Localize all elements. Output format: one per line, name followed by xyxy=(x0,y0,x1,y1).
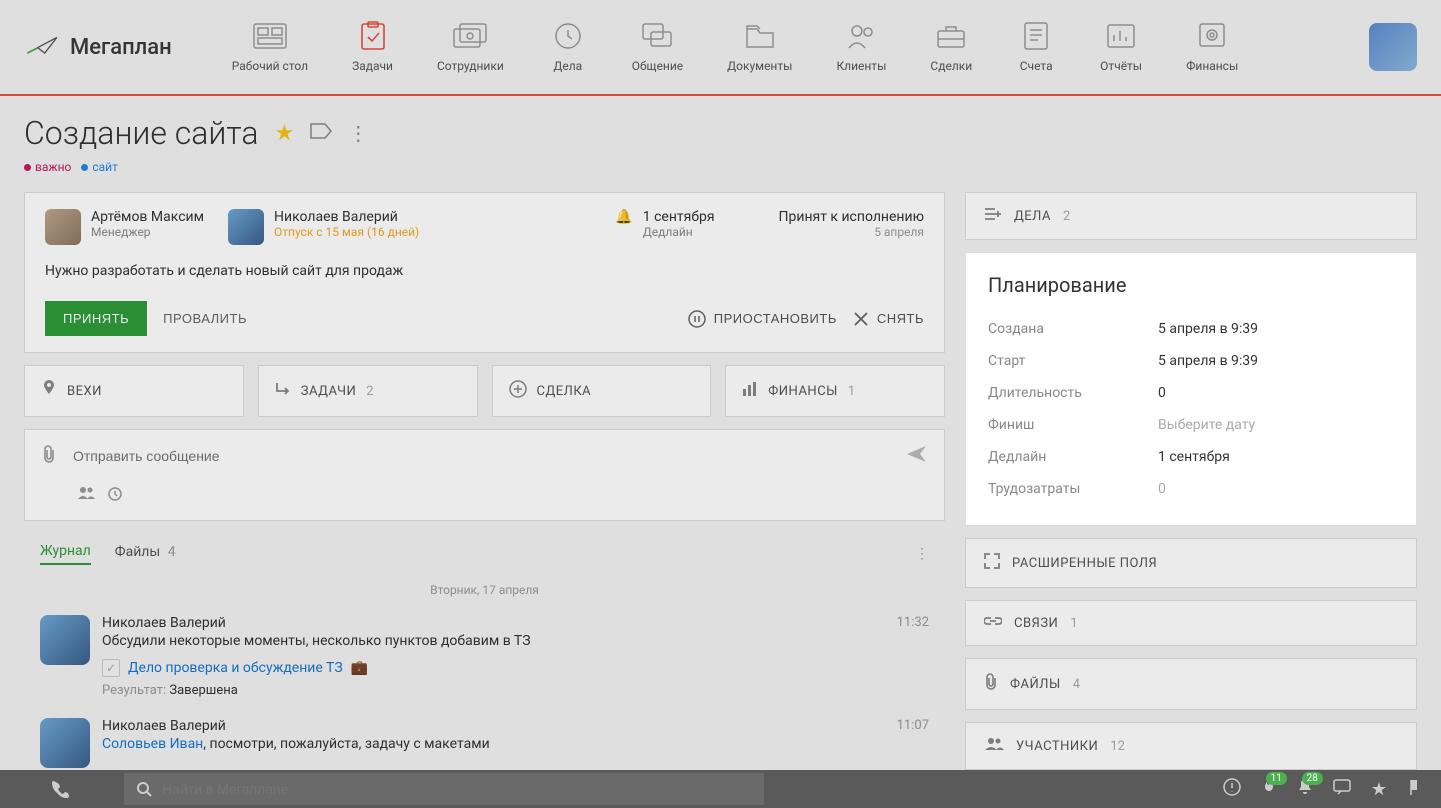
invoice-icon xyxy=(1016,21,1056,51)
nav-finance[interactable]: Финансы xyxy=(1186,21,1238,73)
panel-planning: Планирование Создана5 апреля в 9:39 Стар… xyxy=(965,252,1417,526)
page-title: Создание сайта xyxy=(24,114,259,152)
avatar xyxy=(45,209,81,245)
nav-invoices[interactable]: Счета xyxy=(1016,21,1056,73)
flag-icon[interactable] xyxy=(1407,779,1421,799)
plus-circle-icon xyxy=(509,380,527,402)
label-important[interactable]: важно xyxy=(24,160,71,174)
search-input[interactable] xyxy=(162,781,752,797)
link-icon xyxy=(984,615,1002,631)
send-icon[interactable] xyxy=(906,444,928,468)
subtab-tasks[interactable]: ЗАДАЧИ 2 xyxy=(258,365,478,417)
alert-icon[interactable] xyxy=(1223,778,1241,800)
nav-desktop[interactable]: Рабочий стол xyxy=(232,21,308,73)
journal-entry: Николаев Валерий 11:07 Соловьев Иван, по… xyxy=(24,708,945,778)
bars-icon xyxy=(742,381,758,401)
user-avatar[interactable] xyxy=(1369,23,1417,71)
desktop-icon xyxy=(250,21,290,51)
tag-icon[interactable] xyxy=(310,123,332,143)
nav-reports[interactable]: Отчёты xyxy=(1100,21,1142,73)
close-icon xyxy=(853,311,869,327)
star-icon[interactable]: ★ xyxy=(275,121,295,146)
page-header: Создание сайта ★ ⋮ важно сайт xyxy=(0,96,1441,182)
nav-employees[interactable]: Сотрудники xyxy=(437,21,504,73)
subtab-finance[interactable]: ФИНАНСЫ 1 xyxy=(725,365,945,417)
nav-tasks[interactable]: Задачи xyxy=(352,21,393,73)
notif-bell-icon[interactable]: 28 xyxy=(1297,778,1313,800)
nav-deals[interactable]: Сделки xyxy=(930,21,972,73)
accept-button[interactable]: ПРИНЯТЬ xyxy=(45,301,147,336)
subtabs: ВЕХИ ЗАДАЧИ 2 СДЕЛКА ФИНАНСЫ 1 xyxy=(24,365,945,417)
nav-docs[interactable]: Документы xyxy=(727,21,792,73)
panel-links[interactable]: СВЯЗИ 1 xyxy=(965,600,1417,646)
search-icon xyxy=(136,781,152,797)
folder-icon xyxy=(740,21,780,51)
journal-entry: Николаев Валерий 11:32 Обсудили некоторы… xyxy=(24,605,945,708)
phone-icon[interactable] xyxy=(0,780,120,798)
subtask-icon xyxy=(275,381,291,401)
avatar xyxy=(228,209,264,245)
panel-extfields[interactable]: РАСШИРЕННЫЕ ПОЛЯ xyxy=(965,538,1417,588)
task-owner[interactable]: Артёмов Максим Менеджер xyxy=(45,209,204,245)
expand-icon xyxy=(984,553,1000,573)
linked-task[interactable]: Дело проверка и обсуждение ТЗ xyxy=(128,660,343,676)
nav-clients[interactable]: Клиенты xyxy=(836,21,886,73)
remove-button[interactable]: СНЯТЬ xyxy=(853,311,924,327)
avatar xyxy=(40,718,90,768)
briefcase-icon: 💼 xyxy=(351,660,368,676)
topbar: Мегаплан Рабочий стол Задачи Сотрудники … xyxy=(0,0,1441,96)
subtab-deal[interactable]: СДЕЛКА xyxy=(492,365,712,417)
task-assignee[interactable]: Николаев Валерий Отпуск с 15 мая (16 дне… xyxy=(228,209,419,245)
deadline[interactable]: 🔔 1 сентября Дедлайн xyxy=(615,209,714,239)
paperclip-icon xyxy=(984,673,998,695)
journal: Журнал Файлы 4 ⋮ Вторник, 17 апреля Нико… xyxy=(24,533,945,778)
pause-icon xyxy=(688,310,706,328)
checkbox-icon[interactable]: ✓ xyxy=(102,659,120,677)
list-add-icon xyxy=(984,207,1002,225)
nav-activities[interactable]: Дела xyxy=(548,21,588,73)
tab-files[interactable]: Файлы 4 xyxy=(115,544,176,564)
panel-deals[interactable]: ДЕЛА 2 xyxy=(965,192,1417,240)
pin-icon xyxy=(41,380,57,402)
chart-icon xyxy=(1101,21,1141,51)
attach-icon[interactable] xyxy=(41,444,57,468)
star-icon[interactable]: ★ xyxy=(1371,779,1387,800)
employees-icon xyxy=(450,21,490,51)
logo[interactable]: Мегаплан xyxy=(24,34,172,60)
people-icon[interactable] xyxy=(77,486,95,506)
pause-button[interactable]: ПРИОСТАНОВИТЬ xyxy=(688,310,837,328)
comment-box xyxy=(24,429,945,521)
journal-more-icon[interactable]: ⋮ xyxy=(915,546,929,562)
task-status: Принят к исполнению 5 апреля xyxy=(779,209,924,239)
panel-participants[interactable]: УЧАСТНИКИ 12 xyxy=(965,722,1417,770)
chat-icon xyxy=(637,21,677,51)
date-separator: Вторник, 17 апреля xyxy=(24,575,945,605)
message-icon[interactable] xyxy=(1333,779,1351,799)
avatar xyxy=(40,615,90,665)
tasks-icon xyxy=(353,21,393,51)
task-description: Нужно разработать и сделать новый сайт д… xyxy=(45,263,924,279)
fail-button[interactable]: ПРОВАЛИТЬ xyxy=(163,311,247,326)
tab-journal[interactable]: Журнал xyxy=(40,543,91,565)
users-icon xyxy=(984,737,1004,755)
search-bar[interactable] xyxy=(124,773,764,805)
label-site[interactable]: сайт xyxy=(81,160,118,174)
bell-icon: 🔔 xyxy=(615,209,632,225)
subtab-milestones[interactable]: ВЕХИ xyxy=(24,365,244,417)
planning-title: Планирование xyxy=(988,273,1394,297)
more-icon[interactable]: ⋮ xyxy=(348,121,368,145)
bottombar: 11 28 ★ xyxy=(0,770,1441,808)
briefcase-icon xyxy=(931,21,971,51)
task-card: Артёмов Максим Менеджер Николаев Валерий… xyxy=(24,192,945,353)
clients-icon xyxy=(841,21,881,51)
clock-icon xyxy=(548,21,588,51)
comment-input[interactable] xyxy=(73,448,890,464)
panel-files[interactable]: ФАЙЛЫ 4 xyxy=(965,658,1417,710)
fire-icon[interactable]: 11 xyxy=(1261,778,1277,800)
nav-chat[interactable]: Общение xyxy=(632,21,683,73)
brand-name: Мегаплан xyxy=(70,35,172,60)
reminder-icon[interactable] xyxy=(107,486,123,506)
safe-icon xyxy=(1192,21,1232,51)
nav: Рабочий стол Задачи Сотрудники Дела Обще… xyxy=(232,21,1239,73)
